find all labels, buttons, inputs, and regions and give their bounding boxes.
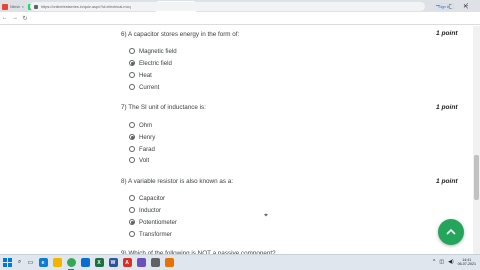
lock-icon [34,4,38,9]
option-label: Potentiometer [139,218,177,226]
option-label: Volt [139,156,150,164]
photos-glyph [136,258,146,267]
media-glyph [164,258,174,267]
question-points: 1 point [436,178,458,185]
option-label: Current [139,83,160,91]
option-heat[interactable]: Heat [129,71,152,79]
option-label: Electric field [139,59,172,67]
radio-button[interactable] [129,60,135,66]
store-app-icon[interactable] [78,255,92,270]
clock[interactable]: 14:41 06-07-2021 [458,258,476,267]
settings-glyph [150,258,160,267]
radio-button[interactable] [129,157,135,163]
option-label: Magnetic field [139,47,177,55]
option-henry[interactable]: Henry [129,133,155,141]
radio-button[interactable] [129,207,135,213]
mouse-cursor-icon: ⌖ [264,212,268,219]
scrollbar-thumb[interactable] [474,155,479,200]
option-label: Farad [139,145,155,153]
chevron-up-icon [446,228,456,235]
radio-button[interactable] [129,231,135,237]
option-inductor[interactable]: Inductor [129,206,161,214]
radio-button[interactable] [129,195,135,201]
search-icon[interactable]: ⌕ [14,259,25,266]
option-volt[interactable]: Volt [129,156,149,164]
taskbar-apps: e XWA [36,255,176,270]
question-points: 1 point [436,30,458,37]
chrome-app-icon[interactable] [64,255,78,270]
word-glyph: W [108,258,118,267]
option-current[interactable]: Current [129,83,159,91]
option-capacitor[interactable]: Capacitor [129,194,165,202]
address-bar[interactable]: https://onlinetestseries.in/quiz.aspx?id… [30,2,425,11]
option-potentiometer[interactable]: Potentiometer [129,218,177,226]
menu-dots-icon[interactable]: ⋮ [464,2,471,10]
task-view-icon[interactable]: ▭ [25,259,36,266]
radio-button[interactable] [129,122,135,128]
edge-glyph: e [38,258,48,267]
option-label: Capacitor [139,194,166,202]
clock-date: 06-07-2021 [457,262,476,266]
option-label: Inductor [139,206,162,214]
question-title: 7) The SI unit of inductance is: [121,104,206,111]
volume-icon[interactable]: ◀) [448,259,454,265]
tab-label: Nitesh [10,4,21,9]
radio-button[interactable] [129,48,135,54]
file-explorer-glyph [52,258,62,267]
question-points: 1 point [436,104,458,111]
option-label: Ohm [139,121,153,129]
option-magnetic-field[interactable]: Magnetic field [129,47,177,55]
radio-button[interactable] [129,146,135,152]
option-farad[interactable]: Farad [129,145,155,153]
media-app-icon[interactable] [162,255,176,270]
question-title: 8) A variable resistor is also known as … [121,178,233,185]
acrobat-glyph: A [122,258,132,267]
word-app-icon[interactable]: W [106,255,120,270]
system-tray: ^ ◫ ◀) 14:41 06-07-2021 [433,254,476,270]
back-icon[interactable]: ← [0,15,10,21]
excel-app-icon[interactable]: X [92,255,106,270]
option-ohm[interactable]: Ohm [129,121,152,129]
option-electric-field[interactable]: Electric field [129,59,172,67]
store-glyph [80,258,90,267]
radio-button[interactable] [129,134,135,140]
tab-favicon-icon [2,3,8,10]
question-title: 6) A capacitor stores energy in the form… [121,31,240,38]
option-label: Henry [139,133,156,141]
browser-toolbar: ← → ↻ [0,12,480,25]
option-label: Heat [139,71,152,79]
radio-button[interactable] [129,72,135,78]
chrome-glyph [66,258,76,267]
option-transformer[interactable]: Transformer [129,230,172,238]
settings-app-icon[interactable] [148,255,162,270]
forward-icon[interactable]: → [10,15,20,21]
url-text: https://onlinetestseries.in/quiz.aspx?id… [41,4,131,9]
taskbar: ⌕ ▭ e XWA [0,254,480,270]
tray-arrow-icon[interactable]: ^ [433,259,435,265]
scroll-to-top-button[interactable] [438,219,464,245]
radio-button[interactable] [129,84,135,90]
scrollbar[interactable] [473,26,480,254]
edge-app-icon[interactable]: e [36,255,50,270]
tab-close-icon[interactable]: × [22,4,24,9]
reload-icon[interactable]: ↻ [20,15,30,22]
file-explorer-app-icon[interactable] [50,255,64,270]
network-icon[interactable]: ◫ [439,259,444,265]
radio-button[interactable] [129,219,135,225]
windows-start-icon[interactable] [0,255,14,270]
option-label: Transformer [139,230,172,238]
photos-app-icon[interactable] [134,255,148,270]
browser-tab[interactable]: Nitesh × [0,1,26,12]
quiz-page [0,26,480,254]
sign-in-button[interactable]: Sign in [434,3,454,10]
excel-glyph: X [94,258,104,267]
acrobat-app-icon[interactable]: A [120,255,134,270]
